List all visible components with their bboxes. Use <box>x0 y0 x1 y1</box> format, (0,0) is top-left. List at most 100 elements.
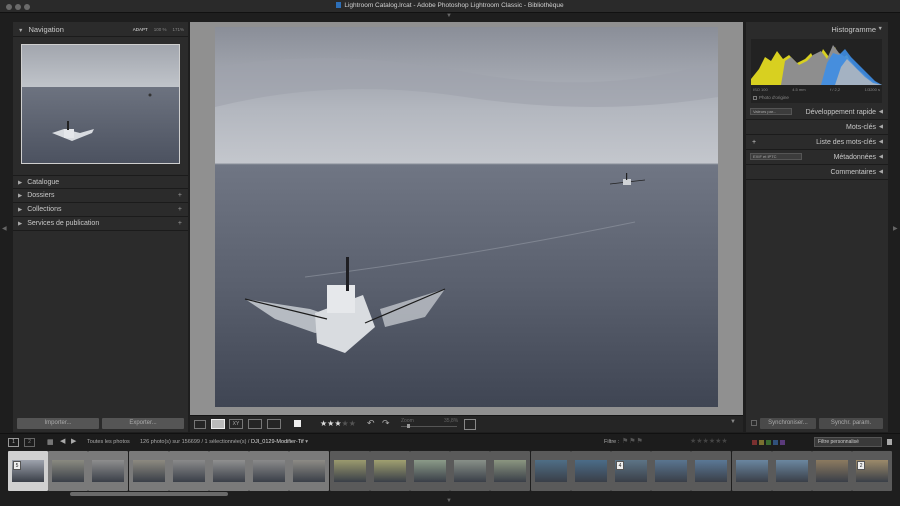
comments-section[interactable]: Commentaires ◀ <box>746 165 888 180</box>
purple-label-swatch[interactable] <box>780 440 785 445</box>
filmstrip-thumbnail[interactable]: 4 <box>611 451 651 491</box>
filmstrip-thumbnail[interactable] <box>570 451 611 491</box>
nav-zoom-option-fit[interactable]: ADAPT <box>133 27 148 32</box>
filmstrip-thumbnail[interactable] <box>88 451 129 491</box>
nav-zoom-option-custom[interactable]: 171% <box>172 27 184 32</box>
keywording-section[interactable]: Mots-clés ◀ <box>746 120 888 135</box>
histogram-header[interactable]: Histogramme ▼ <box>746 22 888 37</box>
document-icon <box>336 2 342 8</box>
filmstrip: 5 4 2 <box>8 451 893 491</box>
add-publish-service-icon[interactable]: + <box>178 217 182 231</box>
sync-settings-button[interactable]: Synchr. param. <box>819 418 883 429</box>
filter-preset-select[interactable]: Filtre personnalisé <box>814 437 882 447</box>
compare-view-icon[interactable]: XY <box>229 419 243 429</box>
filmstrip-thumbnail[interactable] <box>530 451 571 491</box>
original-photo-toggle[interactable]: Photo d'origine <box>753 95 789 100</box>
filmstrip-scrollbar[interactable] <box>70 492 228 496</box>
filmstrip-thumbnail[interactable]: 2 <box>852 451 893 491</box>
filmstrip-thumbnail[interactable] <box>410 451 450 491</box>
histogram[interactable]: ISO 100 4.5 mm f / 2,2 1/3200 s Photo d'ori… <box>751 39 882 103</box>
crop-overlay-icon[interactable] <box>464 419 476 430</box>
add-folder-icon[interactable]: + <box>178 189 182 203</box>
loupe-view-icon[interactable] <box>211 419 225 429</box>
left-panel: ▼ Navigation ADAPT 100 % 171% ▶ Catalogue ▶ D… <box>13 22 188 432</box>
filename-menu-icon[interactable]: ▾ <box>305 439 308 445</box>
toolbar-menu-icon[interactable]: ▼ <box>730 419 736 425</box>
collections-section[interactable]: ▶ Collections + <box>13 203 188 217</box>
quick-develop-preset-select[interactable]: Valeurs par... <box>750 108 792 115</box>
forward-arrow-icon[interactable]: ▶ <box>71 437 76 445</box>
star-5-icon[interactable]: ★ <box>349 419 356 428</box>
export-button[interactable]: Exporter... <box>102 418 184 429</box>
survey-view-icon[interactable] <box>248 419 262 429</box>
filmstrip-thumbnail[interactable] <box>731 451 772 491</box>
filmstrip-thumbnail[interactable] <box>168 451 209 491</box>
selected-filename[interactable]: DJI_0129-Modifier-Tif <box>251 439 304 445</box>
import-button[interactable]: Importer... <box>17 418 99 429</box>
right-panel-sections: Valeurs par... Développement rapide ◀ Mots… <box>746 105 888 180</box>
page-1-button[interactable]: 1 <box>8 438 19 447</box>
people-view-icon[interactable] <box>267 419 281 429</box>
thumbnail-image <box>574 460 607 482</box>
metadata-section[interactable]: EXIF et IPTC Métadonnées ◀ <box>746 150 888 165</box>
filter-lock-icon[interactable] <box>887 439 892 445</box>
filmstrip-thumbnail[interactable] <box>691 451 732 491</box>
red-label-swatch[interactable] <box>752 440 757 445</box>
filmstrip-thumbnail[interactable] <box>329 451 370 491</box>
flag-filter-icons[interactable]: ⚑⚑⚑ <box>622 437 644 445</box>
source-label[interactable]: Toutes les photos <box>87 439 130 445</box>
filmstrip-thumbnail[interactable] <box>771 451 812 491</box>
right-panel-toggle-icon[interactable]: ▶ <box>893 225 898 232</box>
filmstrip-thumbnail[interactable] <box>490 451 531 491</box>
zoom-slider-thumb[interactable] <box>407 424 410 428</box>
navigator-preview[interactable] <box>21 44 180 164</box>
bottom-panel-toggle-icon[interactable]: ▼ <box>446 498 452 504</box>
loupe-view[interactable] <box>190 22 743 415</box>
catalogue-section[interactable]: ▶ Catalogue <box>13 175 188 189</box>
dossiers-label: Dossiers <box>27 192 55 199</box>
filmstrip-thumbnail[interactable] <box>48 451 89 491</box>
page-2-button[interactable]: 2 <box>24 438 35 447</box>
collections-label: Collections <box>27 206 62 213</box>
filmstrip-thumbnail[interactable]: 5 <box>8 451 48 491</box>
yellow-label-swatch[interactable] <box>759 440 764 445</box>
blue-label-swatch[interactable] <box>773 440 778 445</box>
color-filter-swatches[interactable] <box>752 440 785 445</box>
metadata-preset-select[interactable]: EXIF et IPTC <box>750 153 802 160</box>
exif-iso: ISO 100 <box>753 87 768 92</box>
grid-view-icon[interactable] <box>194 420 206 429</box>
filmstrip-thumbnail[interactable] <box>369 451 410 491</box>
expand-triangle-icon: ▶ <box>18 180 23 186</box>
filmstrip-thumbnail[interactable] <box>450 451 491 491</box>
publish-services-section[interactable]: ▶ Services de publication + <box>13 217 188 231</box>
grid-icon[interactable]: ▦ <box>47 438 54 446</box>
filmstrip-thumbnail[interactable] <box>209 451 249 491</box>
add-collection-icon[interactable]: + <box>178 203 182 217</box>
nav-zoom-option-100[interactable]: 100 % <box>154 27 167 32</box>
rating-filter-stars[interactable]: ★★★★★★ <box>690 437 728 445</box>
keyword-list-section[interactable]: + Liste des mots-clés ◀ <box>746 135 888 150</box>
star-4-icon[interactable]: ★ <box>342 419 349 428</box>
star-3-icon[interactable]: ★ <box>334 419 341 428</box>
left-panel-toggle-icon[interactable]: ◀ <box>2 225 7 232</box>
navigation-header[interactable]: ▼ Navigation ADAPT 100 % 171% <box>13 22 188 37</box>
rating-stars[interactable]: ★★★★★ <box>320 419 356 428</box>
quick-develop-section[interactable]: Valeurs par... Développement rapide ◀ <box>746 105 888 120</box>
filmstrip-thumbnail[interactable] <box>651 451 692 491</box>
auto-sync-toggle[interactable] <box>751 420 757 426</box>
synchronize-button[interactable]: Synchroniser... <box>760 418 816 429</box>
top-panel-toggle-icon[interactable]: ▼ <box>446 13 452 19</box>
rotate-left-icon[interactable]: ↶ <box>367 418 375 429</box>
dossiers-section[interactable]: ▶ Dossiers + <box>13 189 188 203</box>
filmstrip-thumbnail[interactable] <box>249 451 290 491</box>
histogram-label: Histogramme <box>831 25 876 34</box>
filmstrip-thumbnail[interactable] <box>128 451 169 491</box>
flag-icon[interactable] <box>294 420 301 427</box>
back-arrow-icon[interactable]: ◀ <box>60 437 65 445</box>
rotate-right-icon[interactable]: ↷ <box>382 418 390 429</box>
filmstrip-thumbnail[interactable] <box>812 451 852 491</box>
green-label-swatch[interactable] <box>766 440 771 445</box>
filmstrip-thumbnail[interactable] <box>289 451 330 491</box>
original-photo-checkbox[interactable] <box>753 96 757 100</box>
add-keyword-icon[interactable]: + <box>752 135 756 150</box>
